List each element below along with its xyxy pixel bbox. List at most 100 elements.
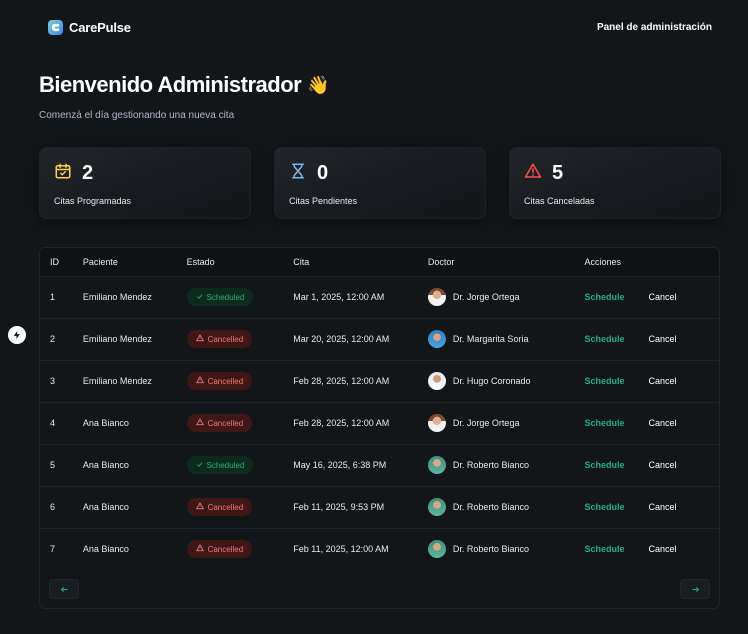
arrow-right-icon xyxy=(692,586,699,592)
next-page-button[interactable] xyxy=(680,579,710,599)
schedule-button[interactable]: Schedule xyxy=(584,418,624,428)
status-badge-label: Cancelled xyxy=(207,502,244,512)
cancel-button[interactable]: Cancel xyxy=(648,544,676,554)
cell-status: Cancelled xyxy=(177,402,284,444)
schedule-button[interactable]: Schedule xyxy=(584,376,624,386)
stat-label-cancelled: Citas Canceladas xyxy=(524,196,595,206)
stat-card-scheduled: 2 Citas Programadas xyxy=(39,147,251,219)
doctor-avatar xyxy=(427,456,446,474)
doctor-name: Dr. Roberto Bianco xyxy=(452,544,529,555)
doctor-avatar xyxy=(427,414,446,432)
status-badge: Cancelled xyxy=(186,414,253,432)
cell-actions: Schedule Cancel xyxy=(574,276,719,318)
column-header-date: Cita xyxy=(293,256,310,267)
cancel-button[interactable]: Cancel xyxy=(648,460,676,470)
doctor-avatar xyxy=(427,288,446,306)
status-badge: Cancelled xyxy=(186,498,253,516)
cancel-button[interactable]: Cancel xyxy=(648,334,676,344)
status-badge: Scheduled xyxy=(186,288,254,306)
doctor-name: Dr. Margarita Soria xyxy=(452,334,529,344)
table-row: 3 Emiliano Mendez Cancelled Feb 28, 2025, 1… xyxy=(40,360,719,402)
stat-label-pending: Citas Pendientes xyxy=(289,196,358,206)
status-badge: Scheduled xyxy=(186,456,254,474)
column-header-actions: Acciones xyxy=(584,256,621,267)
cell-patient: Emiliano Mendez xyxy=(82,376,152,386)
doctor-name: Dr. Roberto Bianco xyxy=(452,460,529,470)
cell-id: 1 xyxy=(50,292,56,302)
status-badge-label: Scheduled xyxy=(206,292,245,302)
appointments-table: ID Paciente Estado Cita Doctor Acciones … xyxy=(39,247,720,609)
status-badge-label: Scheduled xyxy=(206,460,245,470)
cell-actions: Schedule Cancel xyxy=(574,528,719,570)
stats-cards: 2 Citas Programadas 0 Citas Pendientes 5… xyxy=(39,147,721,219)
schedule-button[interactable]: Schedule xyxy=(584,460,624,470)
cell-patient: Ana Bianco xyxy=(82,460,129,470)
cell-status: Scheduled xyxy=(177,276,284,318)
carepulse-logo-icon xyxy=(48,19,63,35)
cell-actions: Schedule Cancel xyxy=(574,402,719,444)
cell-doctor: Dr. Roberto Bianco xyxy=(418,486,575,528)
schedule-button[interactable]: Schedule xyxy=(584,292,624,302)
warning-icon xyxy=(524,162,542,185)
doctor-avatar xyxy=(427,540,446,559)
doctor-name: Dr. Jorge Ortega xyxy=(452,418,520,428)
cell-id: 2 xyxy=(50,334,56,344)
check-icon xyxy=(196,293,203,302)
doctor-avatar xyxy=(427,372,446,390)
doctor-avatar xyxy=(427,498,446,516)
cell-patient: Ana Bianco xyxy=(82,544,129,555)
cell-id: 6 xyxy=(50,502,56,512)
cancel-button[interactable]: Cancel xyxy=(648,418,676,428)
arrow-left-icon xyxy=(60,586,67,592)
cell-status: Cancelled xyxy=(177,360,284,402)
stat-card-cancelled: 5 Citas Canceladas xyxy=(509,147,721,219)
hourglass-icon xyxy=(289,162,307,185)
column-header-id: ID xyxy=(50,256,59,267)
status-badge-label: Cancelled xyxy=(207,376,244,386)
calendar-icon xyxy=(54,162,72,185)
cell-status: Scheduled xyxy=(177,444,284,486)
schedule-button[interactable]: Schedule xyxy=(584,502,624,512)
table-row: 5 Ana Bianco Scheduled May 16, 2025, 6:38 P… xyxy=(40,444,719,486)
cell-date: Mar 1, 2025, 12:00 AM xyxy=(293,292,385,302)
waving-hand-emoji: 👋 xyxy=(307,74,330,95)
welcome-section: Bienvenido Administrador 👋 Comenzá el dí… xyxy=(39,72,330,121)
cell-id: 7 xyxy=(50,544,56,555)
cancel-button[interactable]: Cancel xyxy=(648,376,676,386)
top-header: CarePulse Panel de administración xyxy=(0,0,748,54)
schedule-button[interactable]: Schedule xyxy=(584,334,624,344)
table-row: 7 Ana Bianco Cancelled Feb 11, 2025, 12:00 … xyxy=(40,528,719,570)
warning-icon xyxy=(195,544,204,554)
stat-count-pending: 0 xyxy=(317,161,329,184)
cell-doctor: Dr. Roberto Bianco xyxy=(418,528,575,570)
cell-actions: Schedule Cancel xyxy=(574,318,719,360)
cancel-button[interactable]: Cancel xyxy=(648,292,676,302)
cell-id: 5 xyxy=(50,460,56,470)
cell-patient: Ana Bianco xyxy=(82,502,129,512)
doctor-name: Dr. Jorge Ortega xyxy=(452,292,520,302)
stat-label-scheduled: Citas Programadas xyxy=(54,196,132,206)
cell-doctor: Dr. Jorge Ortega xyxy=(418,402,575,444)
cell-date: Feb 11, 2025, 12:00 AM xyxy=(293,544,389,555)
previous-page-button[interactable] xyxy=(49,579,79,599)
cell-status: Cancelled xyxy=(177,486,284,528)
column-header-patient: Paciente xyxy=(82,256,118,267)
brand[interactable]: CarePulse xyxy=(48,19,131,35)
cell-status: Cancelled xyxy=(177,318,284,360)
stat-card-pending: 0 Citas Pendientes xyxy=(274,147,486,219)
cell-actions: Schedule Cancel xyxy=(574,444,719,486)
pagination xyxy=(49,579,710,599)
schedule-button[interactable]: Schedule xyxy=(584,544,624,554)
check-icon xyxy=(196,461,203,470)
lightning-icon[interactable] xyxy=(8,326,26,344)
cell-doctor: Dr. Hugo Coronado xyxy=(418,360,575,402)
table-header-row: ID Paciente Estado Cita Doctor Acciones xyxy=(40,248,719,276)
cancel-button[interactable]: Cancel xyxy=(648,502,676,512)
cell-patient: Emiliano Mendez xyxy=(82,292,152,302)
column-header-status: Estado xyxy=(186,256,215,267)
cell-doctor: Dr. Margarita Soria xyxy=(418,318,575,360)
status-badge: Cancelled xyxy=(186,330,253,348)
admin-panel-link[interactable]: Panel de administración xyxy=(597,22,712,33)
cell-date: Feb 28, 2025, 12:00 AM xyxy=(293,418,390,428)
doctor-avatar xyxy=(427,330,446,348)
